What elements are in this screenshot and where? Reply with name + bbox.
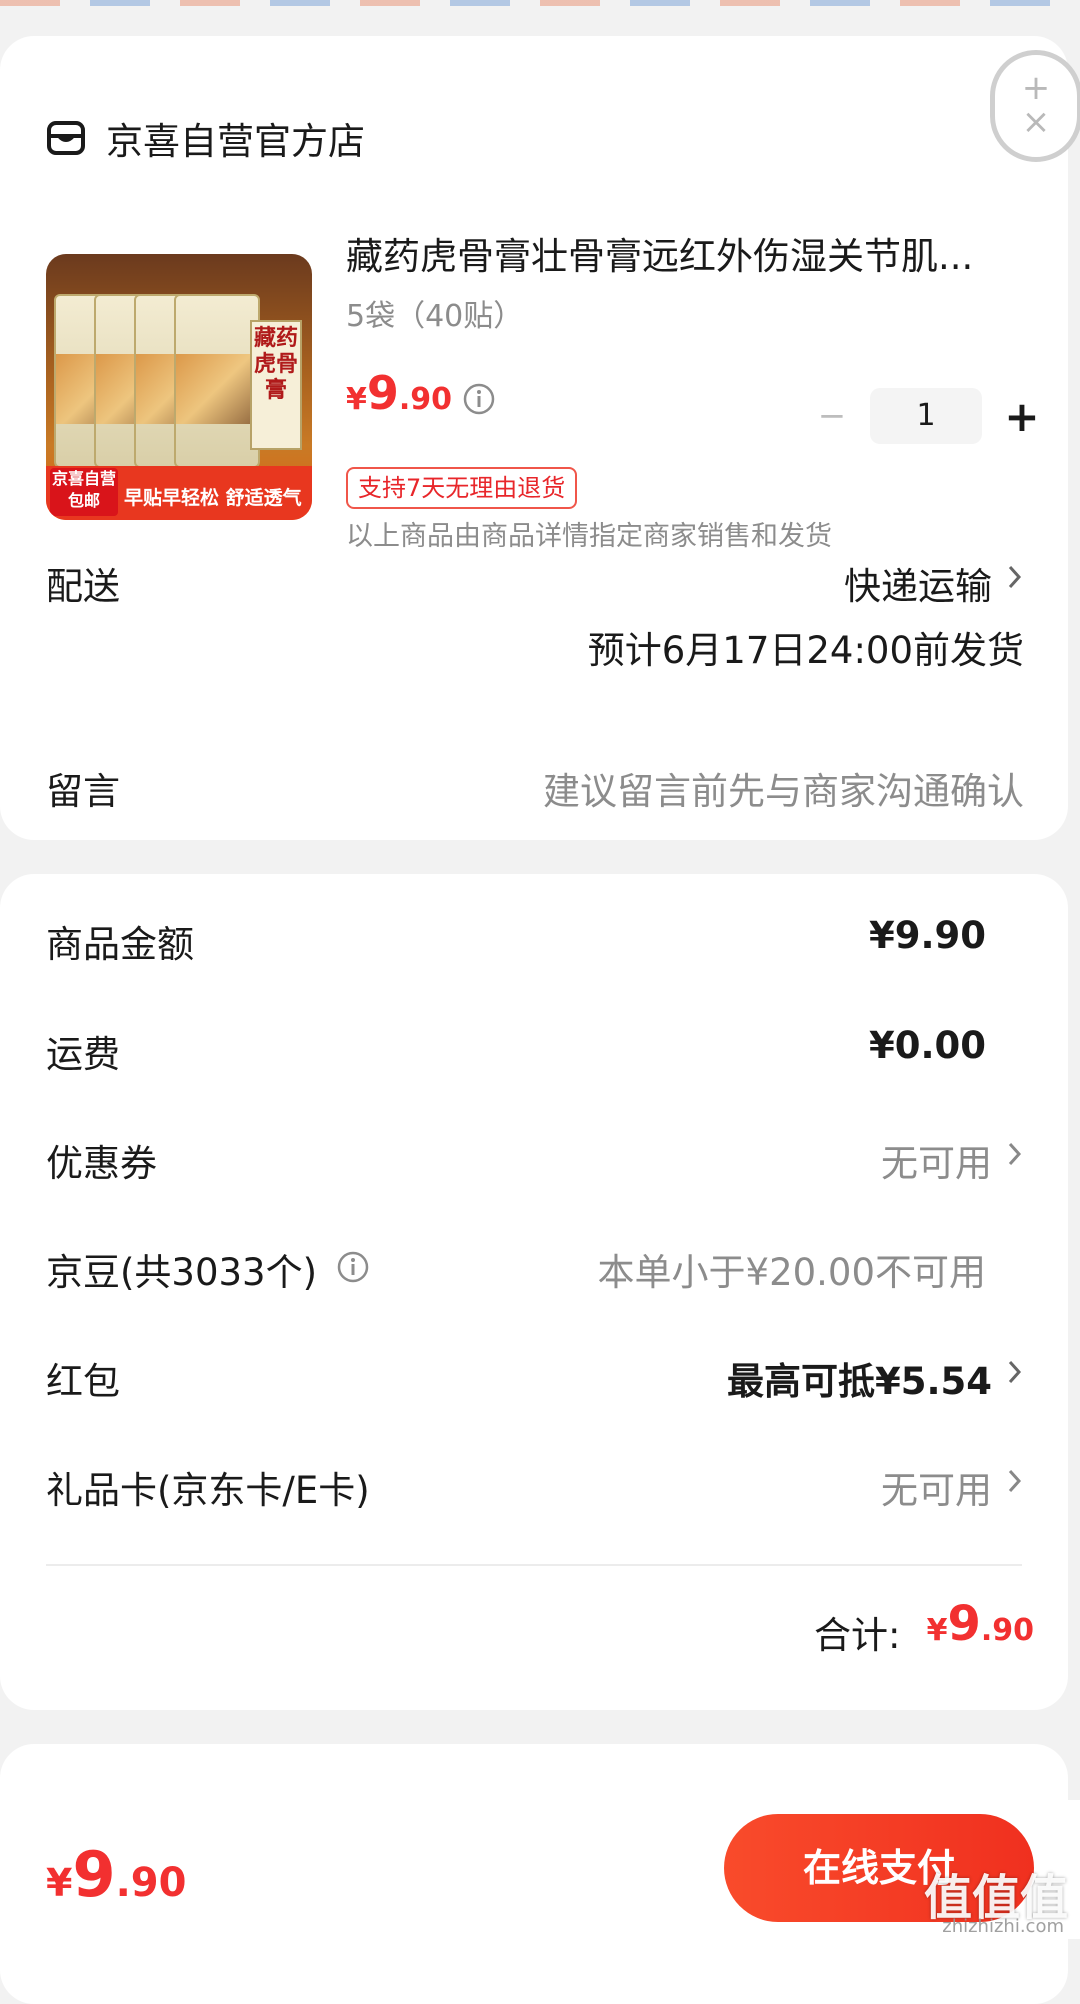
gift-card-value[interactable]: 无可用 (881, 1460, 992, 1514)
message-input[interactable]: 建议留言前先与商家沟通确认 (543, 761, 1024, 815)
image-tag-main: 京喜自营包邮 (50, 468, 118, 516)
info-icon[interactable] (462, 382, 496, 416)
return-policy-badge: 支持7天无理由退货 (346, 467, 578, 509)
delivery-eta: 预计6月17日24:00前发货 (587, 629, 1024, 672)
seller-note: 以上商品由商品详情指定商家销售和发货 (346, 521, 832, 552)
total-decimal: .90 (980, 1613, 1034, 1648)
price-decimal: .90 (398, 382, 453, 417)
product-image[interactable]: 藏药虎骨膏 京喜自营包邮 早贴早轻松 舒适透气 (46, 254, 312, 520)
goods-amount-value: ¥9.90 (868, 914, 986, 957)
summary-divider (46, 1564, 1022, 1566)
decrease-button[interactable]: − (810, 396, 854, 436)
delivery-method[interactable]: 快递运输 (844, 556, 992, 610)
shop-header[interactable]: 京喜自营官方店 (46, 106, 365, 170)
order-card: 京喜自营官方店 + × 藏药虎骨膏 京喜自营包邮 早贴早轻松 舒适透气 藏药虎骨膏… (0, 36, 1080, 840)
total-integer: 9 (947, 1596, 981, 1652)
total-symbol: ¥ (926, 1613, 948, 1648)
delivery-label: 配送 (46, 565, 120, 608)
price-integer: 9 (366, 366, 399, 420)
shipping-label: 运费 (46, 1033, 120, 1076)
quantity-stepper: − 1 + (810, 388, 1044, 444)
message-label: 留言 (46, 770, 120, 813)
pouch-label: 藏药虎骨膏 (250, 320, 302, 450)
floating-close-icon[interactable]: + × (990, 50, 1080, 162)
product-price: ¥9.90 (346, 366, 452, 420)
shipping-value: ¥0.00 (868, 1024, 986, 1067)
coupon-label: 优惠券 (46, 1142, 157, 1185)
red-packet-label: 红包 (46, 1360, 120, 1403)
chevron-right-icon[interactable] (1006, 1357, 1024, 1387)
shop-name: 京喜自营官方店 (106, 120, 365, 163)
product-spec: 5袋（40贴） (346, 299, 524, 334)
watermark-url: zhizhizhi.com (942, 1916, 1064, 1937)
goods-amount-label: 商品金额 (46, 923, 194, 966)
jingdou-value: 本单小于¥20.00不可用 (597, 1251, 986, 1294)
gift-card-label: 礼品卡(京东卡/E卡) (46, 1469, 370, 1512)
price-summary-card: 商品金额 ¥9.90 运费 ¥0.00 优惠券 无可用 京豆(共3033个) 本… (0, 874, 1068, 1710)
image-tag-text: 早贴早轻松 舒适透气 (124, 487, 302, 509)
bottom-price-integer: 9 (72, 1838, 116, 1911)
chevron-right-icon[interactable] (1006, 1466, 1024, 1496)
jingdou-label: 京豆(共3033个) (46, 1251, 318, 1294)
coupon-value[interactable]: 无可用 (881, 1133, 992, 1187)
pouch-graphic (174, 294, 260, 468)
product-title[interactable]: 藏药虎骨膏壮骨膏远红外伤湿关节肌... (346, 226, 1036, 280)
quantity-input[interactable]: 1 (870, 388, 982, 444)
bottom-checkout-bar: ¥9.90 在线支付 值值值 zhizhizhi.com (0, 1800, 1080, 1939)
red-packet-value[interactable]: 最高可抵¥5.54 (727, 1351, 992, 1405)
bottom-price-decimal: .90 (115, 1860, 187, 1906)
total-price: ¥9.90 (927, 1596, 1034, 1652)
chevron-right-icon[interactable] (1006, 562, 1024, 592)
total-label: 合计: (814, 1614, 901, 1657)
chevron-right-icon[interactable] (1006, 1139, 1024, 1169)
increase-button[interactable]: + (1000, 392, 1044, 441)
envelope-strip (0, 0, 1080, 6)
shop-icon (47, 121, 85, 155)
price-symbol: ¥ (346, 382, 367, 417)
bottom-price: ¥9.90 (46, 1838, 186, 1911)
bottom-price-symbol: ¥ (46, 1861, 73, 1905)
info-icon[interactable] (336, 1250, 370, 1284)
